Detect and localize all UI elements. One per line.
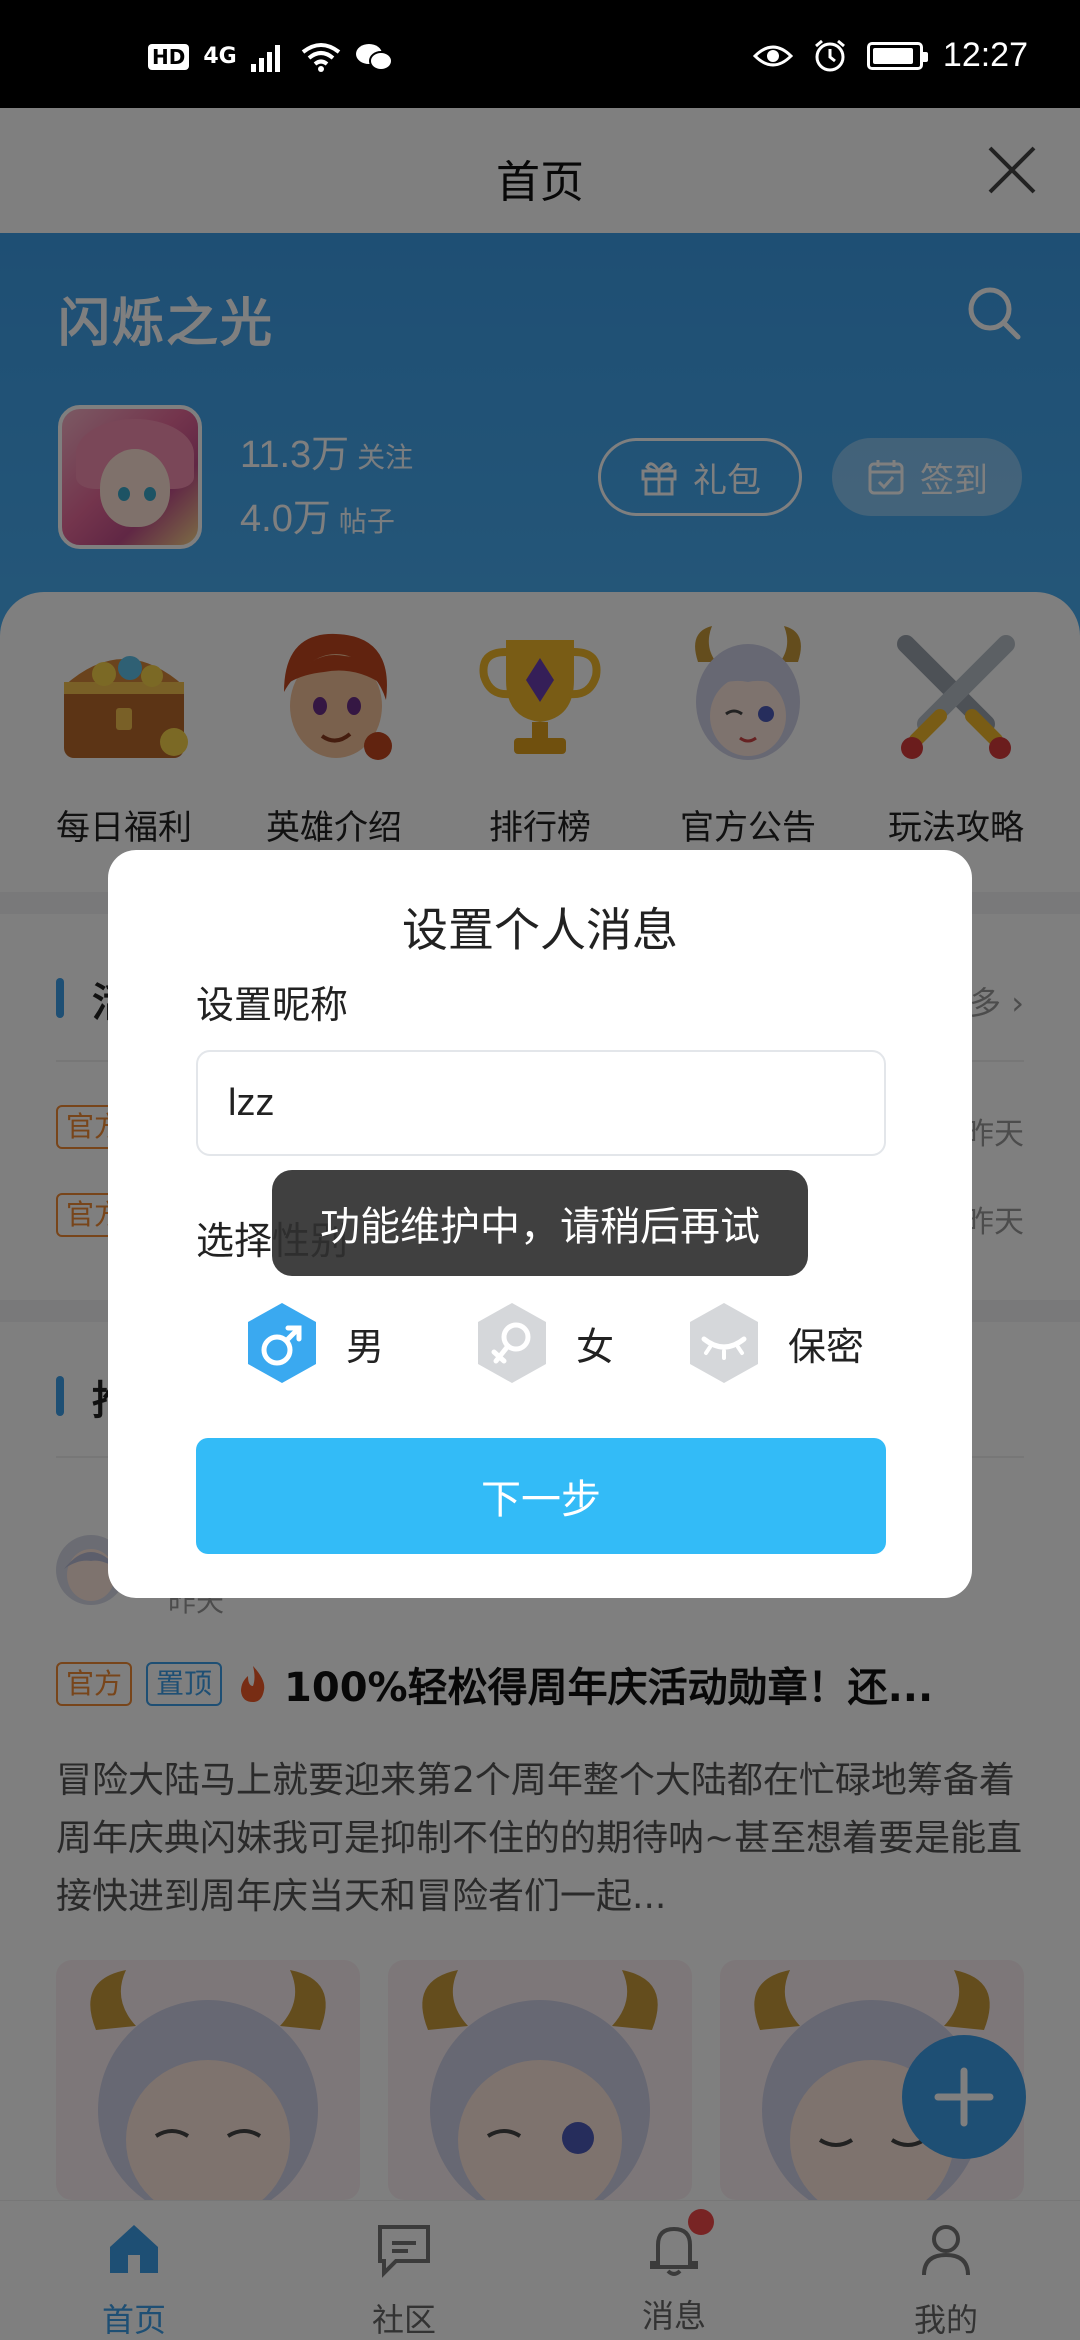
toast-message: 功能维护中，请稍后再试 — [272, 1170, 808, 1276]
wechat-icon — [355, 44, 393, 71]
network-type: 4G — [203, 44, 237, 69]
gender-option-female[interactable]: 女 — [474, 1298, 614, 1388]
alarm-icon — [814, 39, 845, 71]
signal-icon — [250, 45, 280, 72]
wifi-icon — [301, 43, 340, 72]
hd-badge: HD — [148, 44, 190, 70]
nickname-input[interactable] — [196, 1050, 886, 1156]
nickname-label: 设置昵称 — [196, 983, 349, 1027]
male-icon — [248, 1303, 316, 1383]
gender-label-male: 男 — [346, 1324, 385, 1369]
closed-eye-icon — [690, 1303, 758, 1383]
next-button[interactable]: 下一步 — [196, 1438, 886, 1554]
gender-label-secret: 保密 — [788, 1324, 865, 1369]
status-left: HD 4G — [148, 42, 393, 72]
dialog-title: 设置个人消息 — [402, 903, 678, 957]
gender-label-female: 女 — [576, 1324, 615, 1369]
female-icon — [478, 1303, 546, 1383]
clock: 12:27 — [942, 36, 1028, 74]
eye-icon — [752, 45, 793, 66]
gender-option-male[interactable]: 男 — [244, 1298, 384, 1388]
status-right: 12:27 — [752, 36, 1028, 75]
gender-option-secret[interactable]: 保密 — [686, 1298, 864, 1388]
battery-icon — [866, 41, 928, 70]
status-bar: HD 4G 12:27 — [0, 0, 1080, 108]
